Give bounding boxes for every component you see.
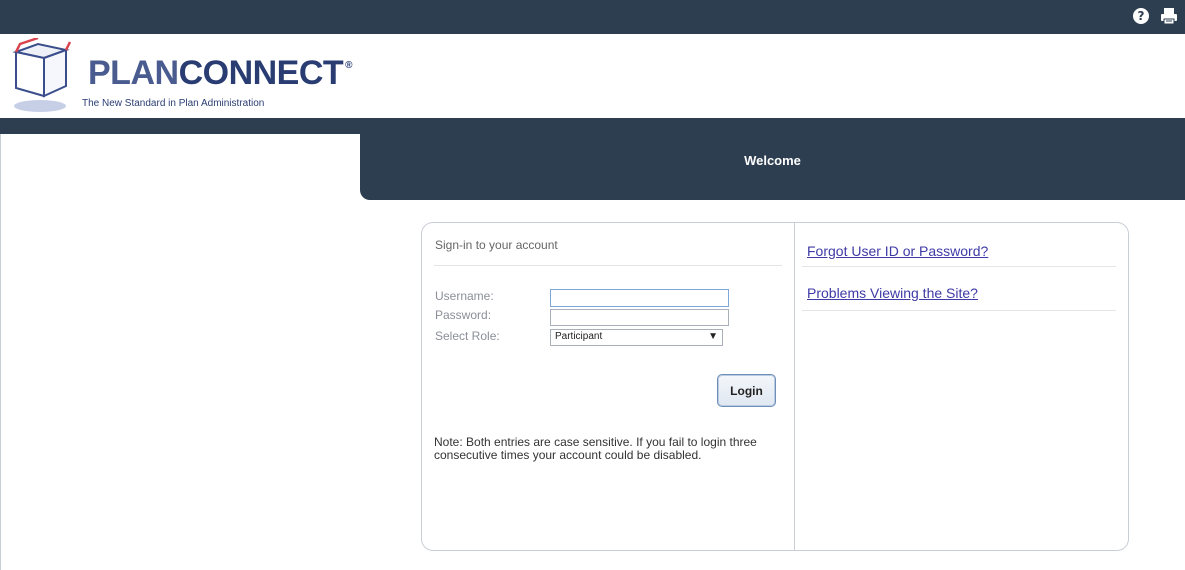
planconnect-logo[interactable]: PLANCONNECT ® The New Standard in Plan Ad… — [10, 38, 380, 116]
print-icon[interactable] — [1159, 6, 1179, 26]
left-panel — [0, 134, 360, 570]
signin-card: Sign-in to your account Username: Passwo… — [421, 222, 1129, 551]
username-input[interactable] — [550, 289, 729, 307]
welcome-title: Welcome — [744, 153, 801, 168]
role-select[interactable]: Participant ▼ — [550, 329, 723, 346]
dropdown-arrow-icon: ▼ — [708, 331, 718, 342]
welcome-banner: Welcome — [360, 134, 1185, 200]
signin-divider — [434, 265, 782, 266]
forgot-credentials-link[interactable]: Forgot User ID or Password? — [807, 243, 988, 259]
link-row: Forgot User ID or Password? — [802, 223, 1116, 267]
site-header: PLANCONNECT ® The New Standard in Plan Ad… — [0, 34, 1185, 118]
help-icon[interactable]: ? — [1133, 8, 1149, 24]
logo-plan-text: PLAN — [88, 54, 179, 92]
logo-wordmark: PLANCONNECT ® — [88, 54, 353, 93]
case-sensitive-note: Note: Both entries are case sensitive. I… — [434, 435, 757, 462]
top-bar: ? — [0, 0, 1185, 34]
logo-connect-text: CONNECT — [178, 54, 344, 92]
registered-mark: ® — [345, 60, 353, 71]
link-row: Problems Viewing the Site? — [802, 267, 1116, 311]
password-label: Password: — [435, 308, 492, 322]
logo-tagline: The New Standard in Plan Administration — [82, 98, 265, 109]
signin-title: Sign-in to your account — [435, 238, 558, 252]
role-label: Select Role: — [435, 329, 500, 343]
nav-band — [0, 118, 1185, 134]
box-logo-icon — [12, 38, 72, 112]
username-label: Username: — [435, 289, 494, 303]
role-selected-value: Participant — [555, 331, 603, 342]
problems-viewing-link[interactable]: Problems Viewing the Site? — [807, 285, 978, 301]
login-button[interactable]: Login — [717, 374, 776, 407]
password-input[interactable] — [550, 309, 729, 326]
card-vertical-divider — [794, 223, 795, 550]
